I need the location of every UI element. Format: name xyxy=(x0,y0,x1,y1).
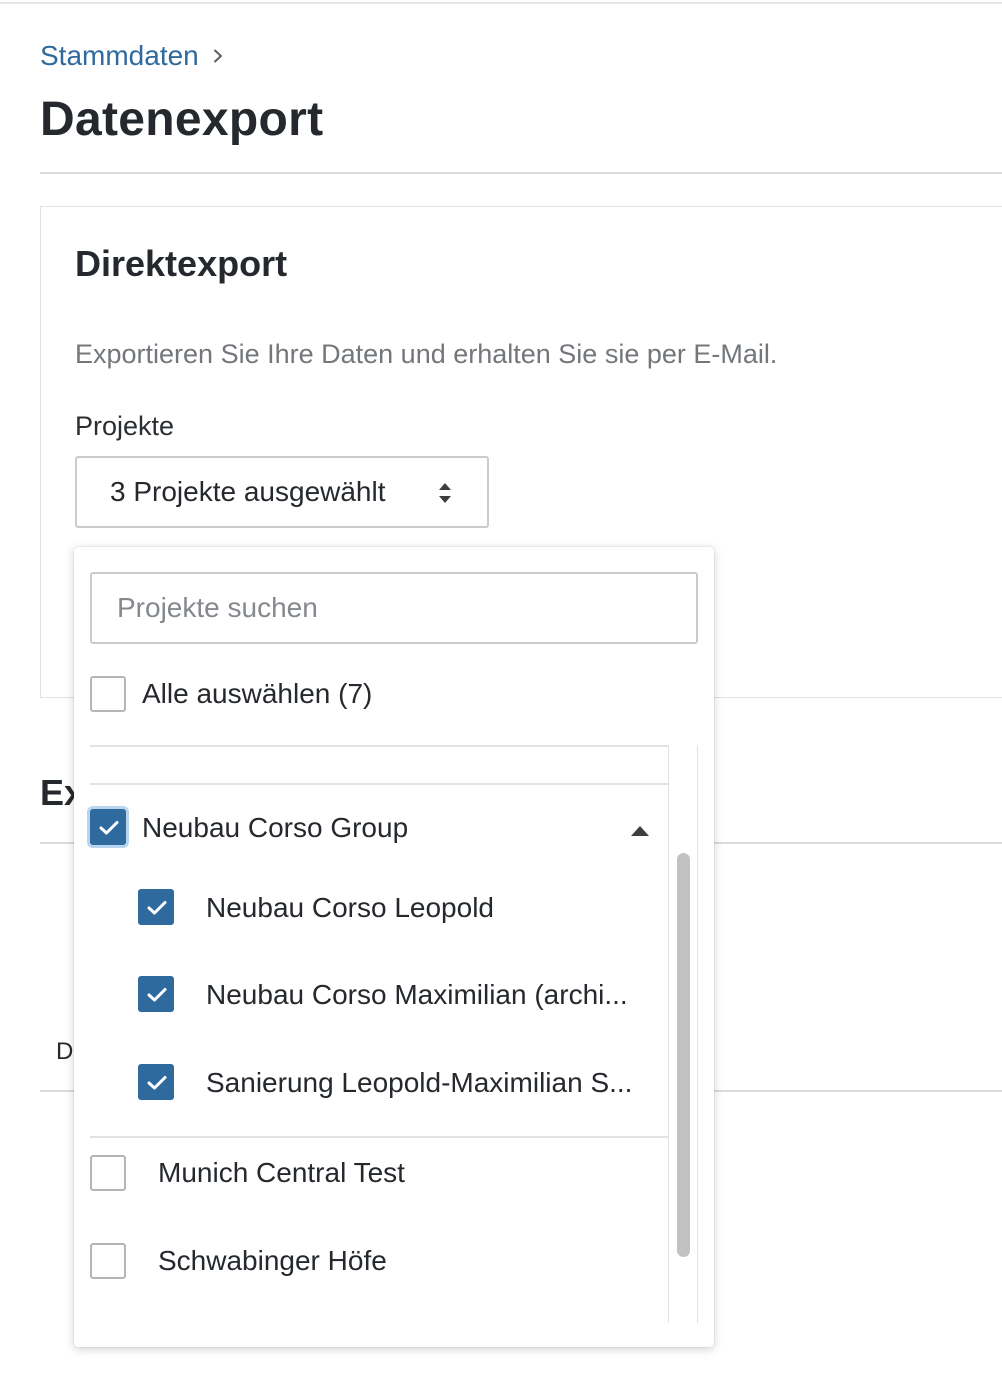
project-checkbox[interactable] xyxy=(90,1155,126,1191)
project-checkbox[interactable] xyxy=(138,1064,174,1100)
check-icon xyxy=(147,901,167,915)
list-scrollbar[interactable] xyxy=(668,745,698,1323)
top-divider xyxy=(0,2,1002,4)
page-title: Datenexport xyxy=(40,93,324,146)
card-description: Exportieren Sie Ihre Daten und erhalten … xyxy=(75,339,778,369)
breadcrumb: Stammdaten xyxy=(40,38,225,74)
project-label[interactable]: Sanierung Leopold-Maximilian S... xyxy=(206,1067,632,1099)
scrollbar-thumb[interactable] xyxy=(677,853,690,1257)
table-header-partial: D xyxy=(56,1038,74,1065)
projects-select[interactable]: 3 Projekte ausgewählt xyxy=(75,456,489,528)
select-all-label[interactable]: Alle auswählen (7) xyxy=(142,678,372,710)
sort-arrows-icon xyxy=(437,480,453,506)
check-icon xyxy=(147,1076,167,1090)
title-divider xyxy=(40,172,1002,174)
list-divider xyxy=(90,745,698,747)
projects-search-input[interactable] xyxy=(90,572,698,644)
project-checkbox[interactable] xyxy=(90,1243,126,1279)
breadcrumb-link-stammdaten[interactable]: Stammdaten xyxy=(40,40,199,72)
card-title: Direktexport xyxy=(75,243,288,284)
project-label[interactable]: Schwabinger Höfe xyxy=(158,1245,387,1277)
select-all-checkbox[interactable] xyxy=(90,676,126,712)
project-checkbox[interactable] xyxy=(138,976,174,1012)
caret-up-icon[interactable] xyxy=(630,825,650,837)
project-label[interactable]: Neubau Corso Leopold xyxy=(206,892,494,924)
project-label[interactable]: Neubau Corso Maximilian (archi... xyxy=(206,979,628,1011)
projects-label: Projekte xyxy=(75,411,175,441)
projects-select-value: 3 Projekte ausgewählt xyxy=(110,476,386,507)
check-icon xyxy=(147,988,167,1002)
project-checkbox[interactable] xyxy=(138,889,174,925)
group-label[interactable]: Neubau Corso Group xyxy=(142,812,408,844)
chevron-right-icon xyxy=(211,49,225,63)
projects-list: Neubau Corso Group Neubau Corso Leopold … xyxy=(90,745,698,1323)
group-checkbox[interactable] xyxy=(90,809,126,845)
projects-dropdown: Alle auswählen (7) Neubau Corso Group Ne… xyxy=(74,547,714,1347)
list-divider xyxy=(90,1136,668,1138)
list-divider xyxy=(90,783,668,785)
check-icon xyxy=(99,821,119,835)
project-label[interactable]: Munich Central Test xyxy=(158,1157,405,1189)
